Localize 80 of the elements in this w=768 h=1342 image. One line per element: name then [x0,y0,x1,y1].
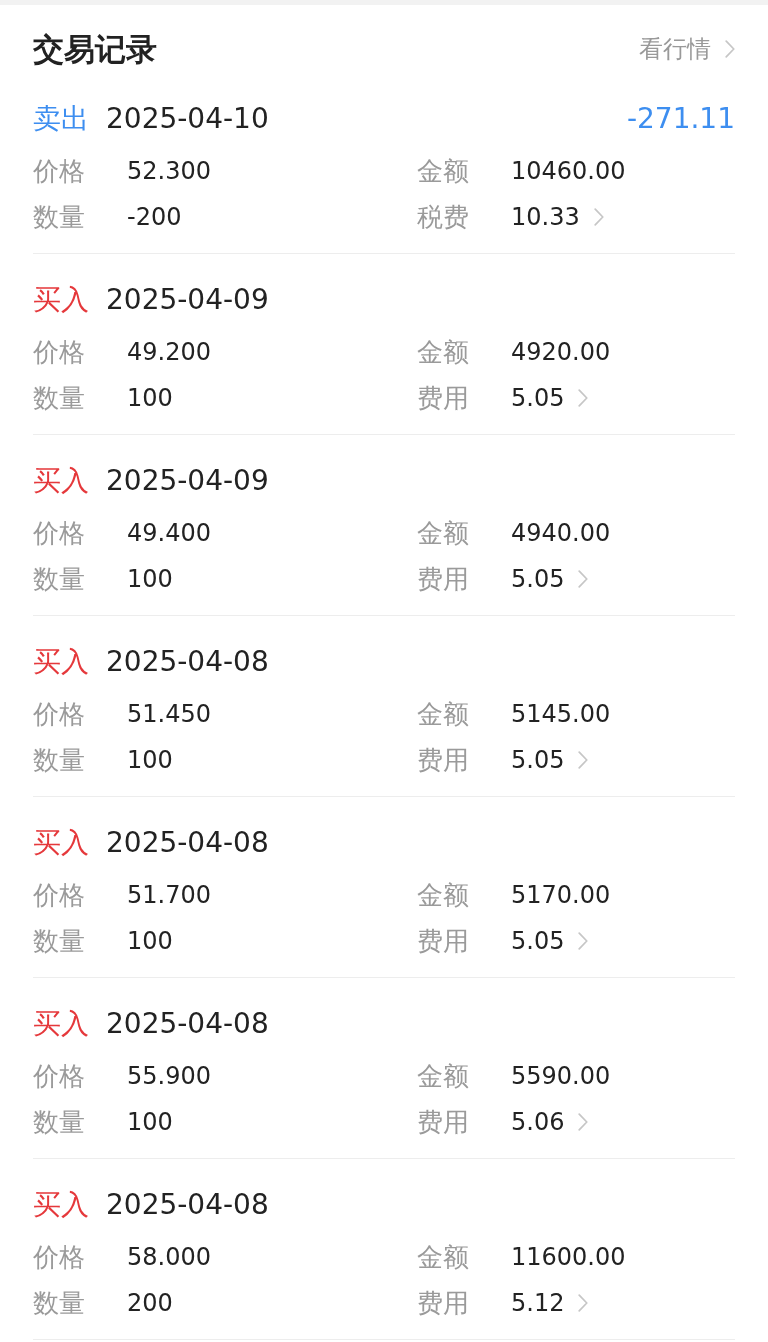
trade-date: 2025-04-08 [106,644,269,680]
page-title: 交易记录 [33,30,157,69]
trade-type: 买入 [33,282,89,318]
field-label: 数量 [33,201,86,234]
field-value: 58.000 [127,1242,211,1273]
field-label: 数量 [33,1287,86,1320]
trade-date: 2025-04-09 [106,463,269,499]
field-label: 数量 [33,382,86,415]
trade-type: 买入 [33,1006,89,1042]
field-label: 金额 [417,879,470,912]
field-value: 4920.00 [511,337,611,368]
trade-date: 2025-04-08 [106,1187,269,1223]
field-value: 49.400 [127,518,211,549]
field-value: 5145.00 [511,699,611,730]
chevron-icon [578,570,589,588]
fee-link[interactable]: 10.33 [511,199,604,235]
field-label: 价格 [33,698,86,731]
field-value: 100 [127,745,173,776]
field-label: 数量 [33,925,86,958]
field-value: 200 [127,1288,173,1319]
field-value: 5170.00 [511,880,611,911]
trade-type: 买入 [33,1187,89,1223]
field-value: -200 [127,202,182,233]
field-label: 数量 [33,744,86,777]
fee-link[interactable]: 5.06 [511,1104,589,1140]
field-value: 55.900 [127,1061,211,1092]
field-label: 金额 [417,1241,470,1274]
trade-date: 2025-04-08 [106,1006,269,1042]
field-label: 数量 [33,1106,86,1139]
trade-type: 买入 [33,463,89,499]
chevron-icon [725,40,735,58]
field-label: 费用 [417,925,470,958]
field-label: 价格 [33,155,86,188]
chevron-icon [593,208,604,226]
field-label: 价格 [33,1060,86,1093]
field-value: 100 [127,564,173,595]
field-label: 价格 [33,517,86,550]
field-value: 4940.00 [511,518,611,549]
field-label: 费用 [417,1287,470,1320]
field-label: 费用 [417,563,470,596]
field-value: 100 [127,383,173,414]
field-label: 价格 [33,879,86,912]
field-value: 51.450 [127,699,211,730]
chevron-icon [578,932,589,950]
fee-link[interactable]: 5.05 [511,923,589,959]
field-value: 52.300 [127,156,211,187]
field-label: 价格 [33,1241,86,1274]
profit-amount: -271.11 [626,101,735,137]
trade-date: 2025-04-10 [106,101,269,137]
field-label: 金额 [417,1060,470,1093]
field-label: 金额 [417,155,470,188]
field-label: 价格 [33,336,86,369]
field-label: 数量 [33,563,86,596]
fee-link[interactable]: 5.12 [511,1285,589,1321]
field-value: 10460.00 [511,156,626,187]
fee-link[interactable]: 5.05 [511,742,589,778]
field-label: 金额 [417,698,470,731]
field-label: 金额 [417,336,470,369]
field-value: 100 [127,1107,173,1138]
trade-date: 2025-04-08 [106,825,269,861]
field-label: 费用 [417,744,470,777]
trade-type: 买入 [33,644,89,680]
field-label: 税费 [417,201,470,234]
trade-date: 2025-04-09 [106,282,269,318]
field-value: 100 [127,926,173,957]
chevron-icon [578,1113,589,1131]
field-value: 49.200 [127,337,211,368]
field-label: 费用 [417,382,470,415]
fee-link[interactable]: 5.05 [511,380,589,416]
trade-type: 买入 [33,825,89,861]
field-value: 5590.00 [511,1061,611,1092]
trade-type: 卖出 [33,101,89,137]
chevron-icon [578,751,589,769]
chevron-icon [578,389,589,407]
field-label: 费用 [417,1106,470,1139]
chevron-icon [578,1294,589,1312]
field-value: 11600.00 [511,1242,626,1273]
fee-link[interactable]: 5.05 [511,561,589,597]
field-value: 51.700 [127,880,211,911]
field-label: 金额 [417,517,470,550]
